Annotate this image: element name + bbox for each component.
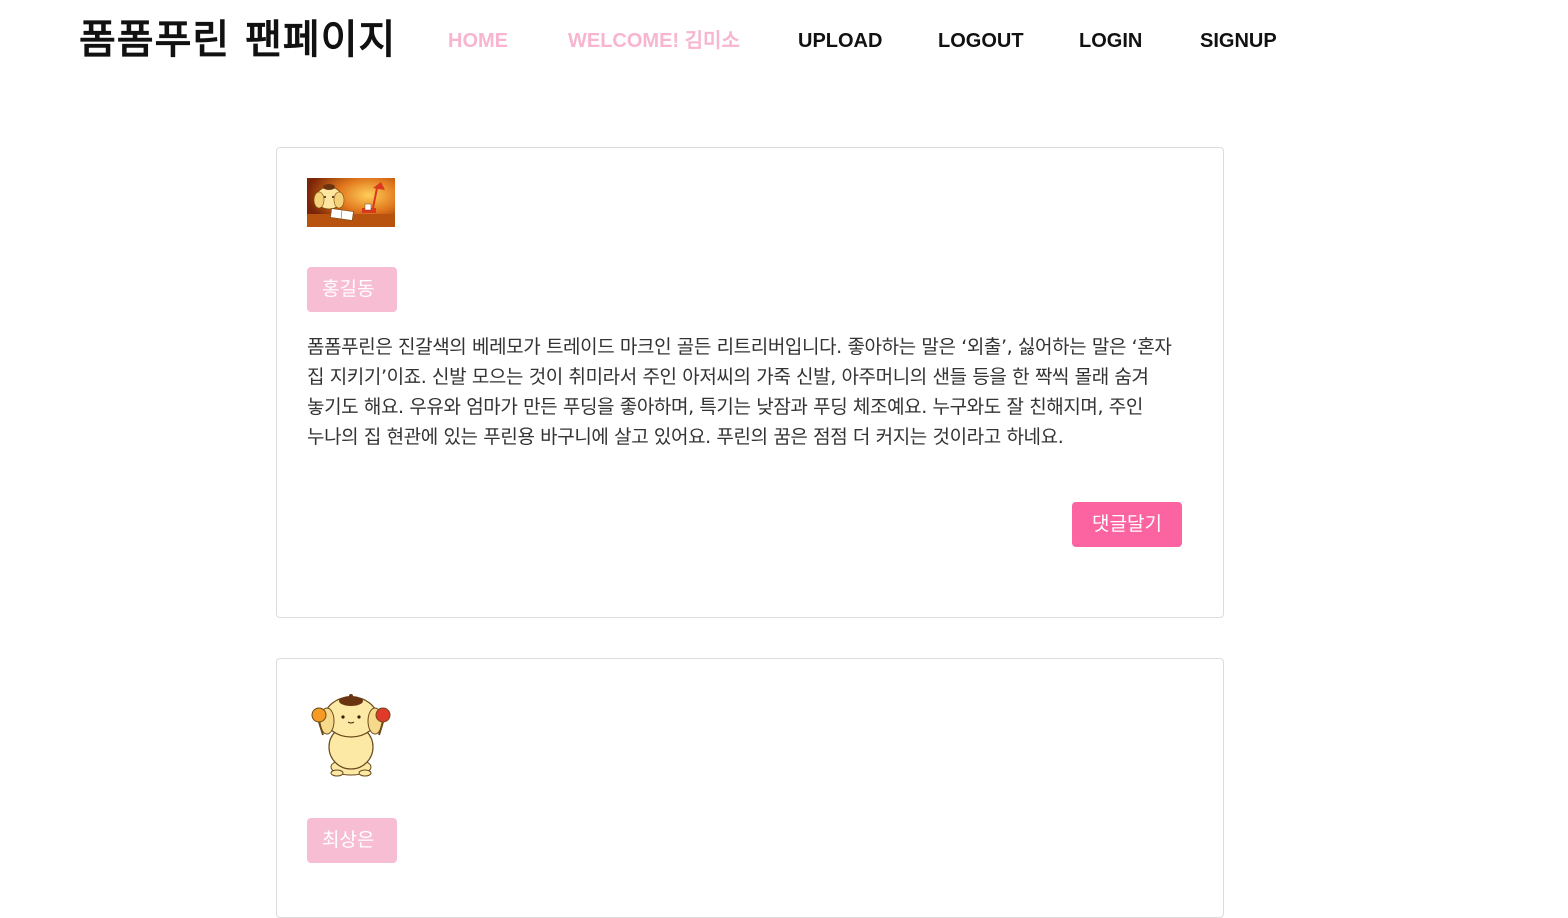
nav-logout[interactable]: LOGOUT <box>938 29 1024 53</box>
post-card: 홍길동 폼폼푸린은 진갈색의 베레모가 트레이드 마크인 골든 리트리버입니다.… <box>276 147 1224 618</box>
author-button[interactable]: 최상은 <box>307 818 397 863</box>
pompompurin-maracas-image <box>311 694 391 777</box>
nav-home[interactable]: HOME <box>448 29 508 53</box>
nav-welcome-user[interactable]: WELCOME! 김미소 <box>568 29 740 53</box>
pompompurin-reading-image <box>307 178 395 227</box>
comment-button[interactable]: 댓글달기 <box>1072 502 1182 547</box>
site-brand[interactable]: 폼폼푸린 팬페이지 <box>79 12 396 68</box>
nav-login[interactable]: LOGIN <box>1079 29 1142 53</box>
nav-signup[interactable]: SIGNUP <box>1200 29 1277 53</box>
author-button[interactable]: 홍길동 <box>307 267 397 312</box>
top-navbar: 폼폼푸린 팬페이지 HOME WELCOME! 김미소 UPLOAD LOGOU… <box>0 0 1568 82</box>
post-image <box>307 689 397 779</box>
post-body: 폼폼푸린은 진갈색의 베레모가 트레이드 마크인 골든 리트리버입니다. 좋아하… <box>307 336 1172 448</box>
post-card: 최상은 <box>276 658 1224 918</box>
post-image <box>307 178 395 227</box>
nav-upload[interactable]: UPLOAD <box>798 29 882 53</box>
